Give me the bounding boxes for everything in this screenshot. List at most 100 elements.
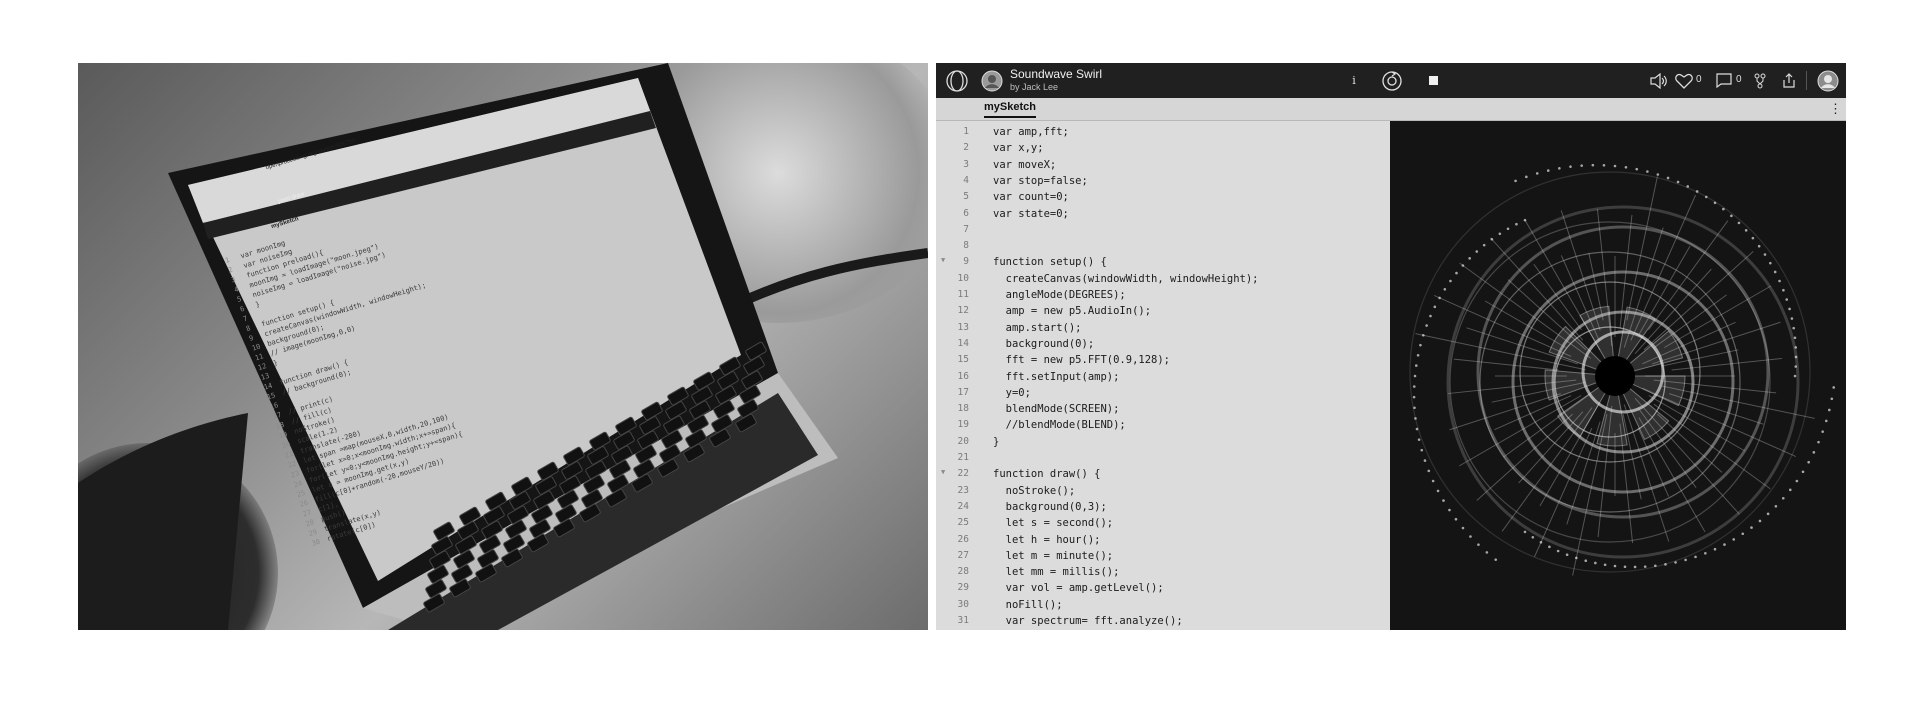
swirl-dot bbox=[1569, 165, 1572, 168]
swirl-dot bbox=[1782, 288, 1785, 292]
swirl-dot bbox=[1722, 207, 1725, 211]
code-line[interactable]: 2 var x,y; bbox=[936, 142, 1390, 158]
code-text: var spectrum= fft.analyze(); bbox=[993, 615, 1183, 627]
code-line[interactable]: ▼ 22 function draw() { bbox=[936, 468, 1390, 484]
sketch-canvas-output[interactable] bbox=[1390, 121, 1846, 630]
code-text: angleMode(DEGREES); bbox=[993, 289, 1126, 301]
laptop-line-number: 25 bbox=[296, 489, 306, 499]
code-line[interactable]: 11 angleMode(DEGREES); bbox=[936, 289, 1390, 305]
code-line[interactable]: 25 let s = second(); bbox=[936, 517, 1390, 533]
fork-icon[interactable] bbox=[1751, 63, 1769, 98]
swirl-dot bbox=[1613, 164, 1617, 168]
like-heart-icon[interactable] bbox=[1674, 63, 1694, 98]
restart-icon[interactable] bbox=[1379, 63, 1405, 98]
code-text: createCanvas(windowWidth, windowHeight); bbox=[993, 272, 1259, 285]
code-text: var state=0; bbox=[993, 207, 1069, 220]
code-line[interactable]: ▼ 9 function setup() { bbox=[936, 256, 1390, 272]
code-line[interactable]: 10 createCanvas(windowWidth, windowHeigh… bbox=[936, 273, 1390, 289]
swirl-dot bbox=[1785, 298, 1789, 301]
user-avatar[interactable] bbox=[1816, 63, 1840, 98]
top-bar: Soundwave Swirl by Jack Lee i 0 0 bbox=[936, 63, 1846, 98]
code-line[interactable]: 12 amp = new p5.AudioIn(); bbox=[936, 305, 1390, 321]
code-line[interactable]: 5 var count=0; bbox=[936, 191, 1390, 207]
line-number: 30 bbox=[957, 598, 969, 610]
code-line[interactable]: 7 bbox=[936, 224, 1390, 240]
swirl-dot bbox=[1686, 185, 1690, 188]
swirl-dot bbox=[1420, 448, 1424, 452]
volume-icon[interactable] bbox=[1648, 63, 1670, 98]
swirl-dot bbox=[1781, 496, 1785, 500]
code-line[interactable]: 8 bbox=[936, 240, 1390, 256]
info-button[interactable]: i bbox=[1346, 63, 1362, 98]
openprocessing-logo-icon[interactable] bbox=[944, 63, 970, 98]
swirl-dot bbox=[1812, 451, 1816, 454]
code-text: } bbox=[993, 435, 1000, 448]
laptop-line-number: 27 bbox=[302, 508, 312, 518]
code-line[interactable]: 20} bbox=[936, 436, 1390, 452]
code-line[interactable]: 27 let m = minute(); bbox=[936, 550, 1390, 566]
tab-mysketch[interactable]: mySketch bbox=[984, 101, 1036, 118]
code-line[interactable]: 16 fft.setInput(amp); bbox=[936, 371, 1390, 387]
code-line[interactable]: 21 bbox=[936, 452, 1390, 468]
swirl-dot bbox=[1469, 535, 1472, 538]
stop-icon[interactable] bbox=[1424, 63, 1442, 98]
swirl-dot bbox=[1763, 253, 1767, 256]
swirl-dot bbox=[1494, 558, 1498, 561]
line-number: 29 bbox=[957, 582, 969, 594]
share-icon[interactable] bbox=[1779, 63, 1799, 98]
line-number: 13 bbox=[957, 321, 969, 333]
swirl-dot bbox=[1565, 553, 1569, 556]
swirl-dot bbox=[1427, 469, 1431, 473]
swirl-dot bbox=[1730, 214, 1733, 218]
swirl-dot bbox=[1676, 180, 1680, 184]
code-line[interactable]: 23 noStroke(); bbox=[936, 485, 1390, 501]
code-line[interactable]: 3 var moveX; bbox=[936, 159, 1390, 175]
code-line[interactable]: 29 var vol = amp.getLevel(); bbox=[936, 582, 1390, 598]
code-line[interactable]: 4 var stop=false; bbox=[936, 175, 1390, 191]
code-line[interactable]: 1 var amp,fft; bbox=[936, 126, 1390, 142]
swirl-dot bbox=[1704, 195, 1708, 199]
line-number: 19 bbox=[957, 419, 969, 431]
code-line[interactable]: 28 let mm = millis(); bbox=[936, 566, 1390, 582]
swirl-spoke bbox=[1626, 176, 1658, 321]
code-text: var moveX; bbox=[993, 158, 1057, 171]
more-vertical-icon[interactable]: ⋮ bbox=[1829, 101, 1842, 117]
line-number: 26 bbox=[957, 533, 969, 545]
code-line[interactable]: 30 noFill(); bbox=[936, 599, 1390, 615]
swirl-dot bbox=[1723, 543, 1726, 546]
code-line[interactable]: 17 y=0; bbox=[936, 387, 1390, 403]
code-line[interactable]: 26 let h = hour(); bbox=[936, 534, 1390, 550]
line-number: 27 bbox=[957, 549, 969, 561]
code-line[interactable]: 31 var spectrum= fft.analyze(); bbox=[936, 615, 1390, 630]
swirl-dot bbox=[1477, 543, 1480, 546]
swirl-dot bbox=[1443, 287, 1447, 291]
swirl-dot bbox=[1793, 374, 1797, 378]
swirl-dot bbox=[1656, 173, 1660, 176]
code-text: var vol = amp.getLevel(); bbox=[993, 582, 1164, 595]
code-line[interactable]: 24 background(0,3); bbox=[936, 501, 1390, 517]
swirl-dot bbox=[1832, 386, 1835, 389]
code-line[interactable]: 6 var state=0; bbox=[936, 208, 1390, 224]
laptop-illustration: 1var moonImg2var noiseImg3function prelo… bbox=[78, 63, 928, 630]
code-line[interactable]: 13 amp.start(); bbox=[936, 322, 1390, 338]
author-avatar[interactable] bbox=[980, 63, 1004, 98]
swirl-dot bbox=[1633, 565, 1637, 569]
comment-icon[interactable] bbox=[1714, 63, 1734, 98]
code-line[interactable]: 15 fft = new p5.FFT(0.9,128); bbox=[936, 354, 1390, 370]
swirl-spoke bbox=[1458, 395, 1582, 467]
laptop-line-number: 30 bbox=[311, 538, 321, 548]
comment-count: 0 bbox=[1736, 74, 1742, 85]
swirl-dot bbox=[1828, 408, 1831, 412]
laptop-line-number: 23 bbox=[290, 469, 300, 479]
laptop-line-number: 28 bbox=[305, 518, 315, 528]
sketch-author[interactable]: by Jack Lee bbox=[1010, 82, 1058, 92]
code-line[interactable]: 19 //blendMode(BLEND); bbox=[936, 419, 1390, 435]
code-line[interactable]: 14 background(0); bbox=[936, 338, 1390, 354]
code-line[interactable]: 18 blendMode(SCREEN); bbox=[936, 403, 1390, 419]
code-text: //blendMode(BLEND); bbox=[993, 419, 1126, 432]
code-editor[interactable]: 1 var amp,fft; 2 var x,y; 3 var moveX; 4 var st… bbox=[936, 121, 1390, 630]
swirl-spoke bbox=[1643, 251, 1754, 351]
sketch-title: Soundwave Swirl bbox=[1010, 67, 1103, 81]
swirl-dot bbox=[1795, 479, 1799, 483]
laptop-line-number: 22 bbox=[287, 460, 297, 470]
